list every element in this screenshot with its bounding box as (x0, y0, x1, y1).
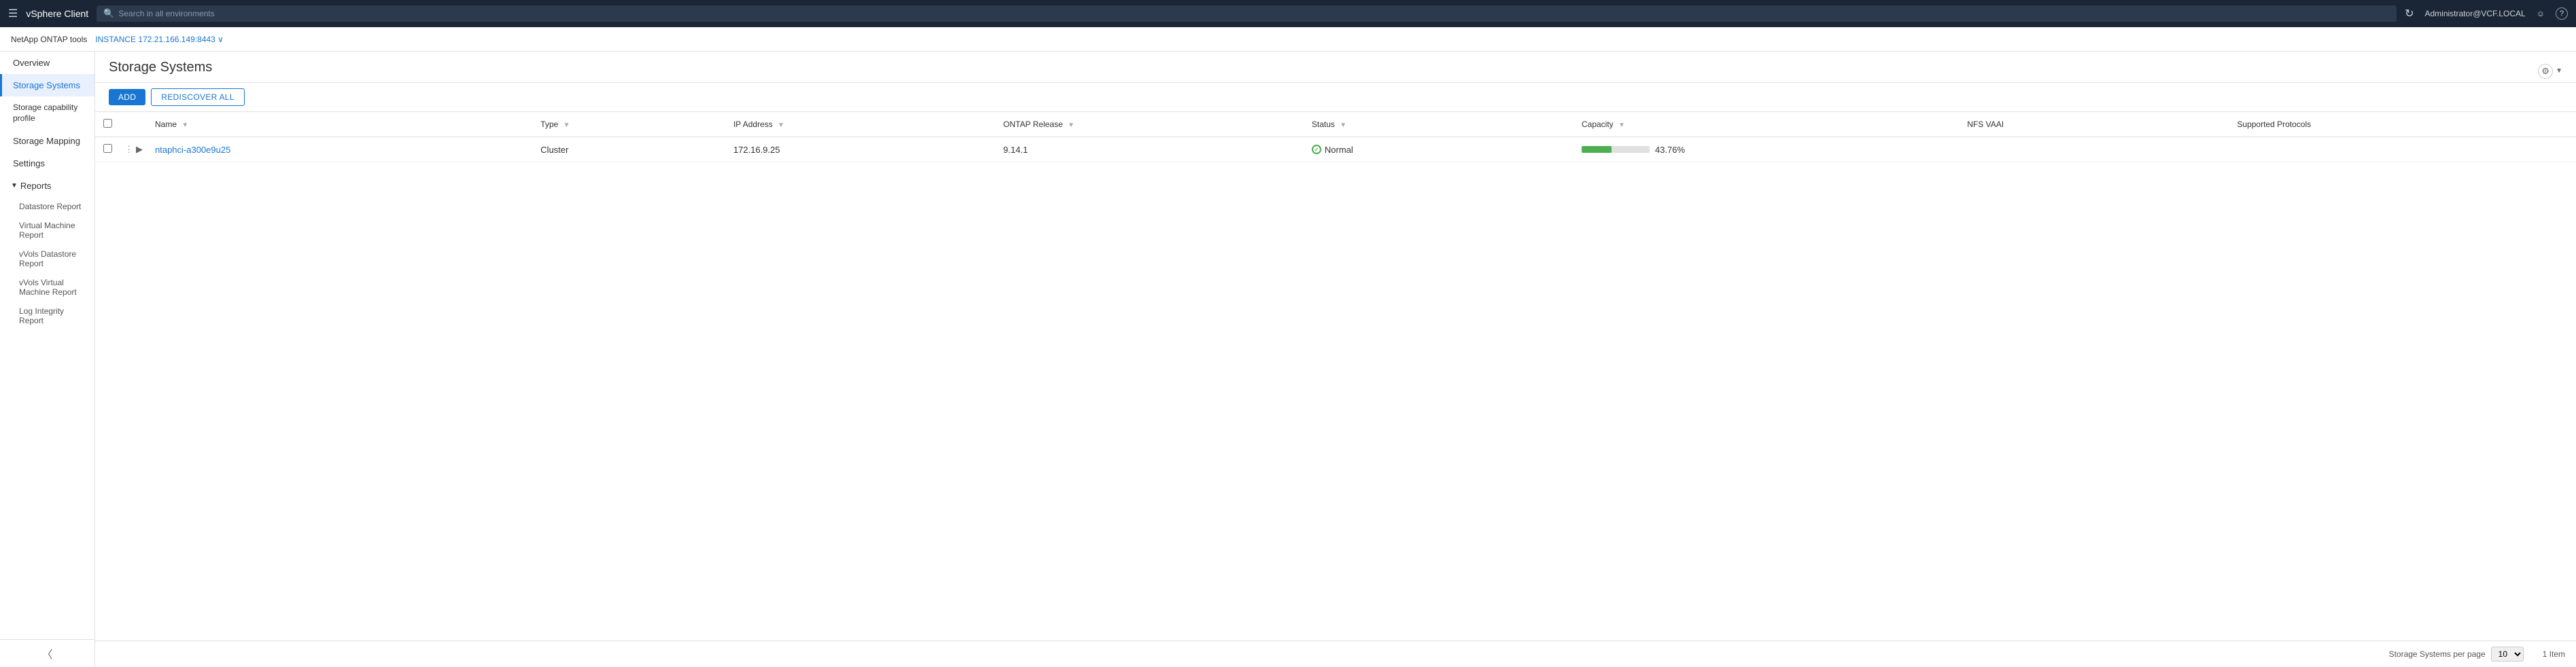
status-normal-indicator: Normal (1312, 145, 1565, 155)
capacity-filter-icon[interactable]: ▼ (1618, 122, 1625, 129)
expand-col-header (120, 112, 147, 137)
search-bar[interactable]: 🔍 Search in all environments (97, 5, 2397, 22)
breadcrumb-instance[interactable]: INSTANCE 172.21.166.149:8443 ∨ (95, 35, 224, 44)
ontap-filter-icon[interactable]: ▼ (1068, 122, 1075, 129)
navbar-right: ↻ Administrator@VCF.LOCAL ☺ ? (2405, 7, 2568, 20)
status-label: Normal (1325, 145, 1353, 155)
page-options-icon[interactable]: ⚙ ▼ (2538, 64, 2562, 79)
row-capacity-cell: 43.76% (1573, 137, 1959, 162)
row-expand-icon[interactable]: ▶ (136, 144, 143, 155)
row-status-cell: Normal (1304, 137, 1573, 162)
name-filter-icon[interactable]: ▼ (181, 122, 188, 129)
table-row: ⋮ ▶ ntaphci-a300e9u25 Cluster 172.16.9.2… (95, 137, 2576, 162)
rediscover-all-button[interactable]: REDISCOVER ALL (151, 88, 245, 106)
table-footer: Storage Systems per page 10 25 50 1 Item (95, 641, 2576, 667)
select-all-checkbox[interactable] (103, 119, 112, 128)
per-page-label: Storage Systems per page (2389, 649, 2486, 659)
row-ip-cell: 172.16.9.25 (725, 137, 995, 162)
row-checkbox-cell[interactable] (95, 137, 120, 162)
capacity-col-header[interactable]: Capacity ▼ (1573, 112, 1959, 137)
help-icon[interactable]: ? (2556, 7, 2568, 20)
add-button[interactable]: ADD (109, 89, 145, 105)
ontap-col-header[interactable]: ONTAP Release ▼ (995, 112, 1304, 137)
sidebar-item-overview[interactable]: Overview (0, 52, 94, 74)
user-info[interactable]: Administrator@VCF.LOCAL (2425, 9, 2526, 18)
sidebar-item-log-integrity-report[interactable]: Log Integrity Report (0, 302, 94, 330)
item-count: 1 Item (2543, 649, 2565, 659)
row-nfs-vaai-cell (1959, 137, 2229, 162)
toolbar: ADD REDISCOVER ALL (95, 83, 2576, 112)
type-filter-icon[interactable]: ▼ (563, 122, 570, 129)
sidebar-item-vm-report[interactable]: Virtual Machine Report (0, 216, 94, 245)
reports-label: Reports (20, 181, 52, 191)
chevron-down-icon: ▼ (11, 182, 18, 190)
sidebar-item-storage-mapping[interactable]: Storage Mapping (0, 130, 94, 152)
sidebar-collapse-toggle[interactable]: 〈 (0, 639, 94, 667)
status-filter-icon[interactable]: ▼ (1340, 122, 1346, 129)
app-logo: vSphere Client (26, 8, 88, 19)
select-all-checkbox-cell[interactable] (95, 112, 120, 137)
app-name: vSphere Client (26, 8, 88, 19)
search-icon: 🔍 (103, 8, 114, 19)
main-layout: Overview Storage Systems Storage capabil… (0, 52, 2576, 667)
hamburger-icon[interactable]: ☰ (8, 7, 18, 20)
face-icon[interactable]: ☺ (2537, 9, 2545, 18)
per-page-select[interactable]: 10 25 50 (2491, 647, 2524, 662)
refresh-icon[interactable]: ↻ (2405, 7, 2414, 20)
capacity-bar-background (1582, 146, 1650, 153)
status-col-header[interactable]: Status ▼ (1304, 112, 1573, 137)
capacity-percent-label: 43.76% (1655, 145, 1685, 155)
capacity-bar: 43.76% (1582, 145, 1951, 155)
sidebar: Overview Storage Systems Storage capabil… (0, 52, 95, 667)
page-header: Storage Systems ⚙ ▼ (95, 52, 2576, 83)
page-title: Storage Systems (109, 60, 212, 82)
capacity-bar-fill (1582, 146, 1612, 153)
ip-filter-icon[interactable]: ▼ (778, 122, 784, 129)
type-col-header[interactable]: Type ▼ (532, 112, 725, 137)
protocols-col-header: Supported Protocols (2229, 112, 2576, 137)
sidebar-item-settings[interactable]: Settings (0, 152, 94, 175)
sidebar-item-storage-systems[interactable]: Storage Systems (0, 74, 94, 96)
name-col-header[interactable]: Name ▼ (147, 112, 532, 137)
content-area: Storage Systems ⚙ ▼ ADD REDISCOVER ALL (95, 52, 2576, 667)
sidebar-item-storage-capability-profile[interactable]: Storage capability profile (0, 96, 94, 130)
row-menu-expand-cell[interactable]: ⋮ ▶ (120, 137, 147, 162)
sidebar-reports-section[interactable]: ▼ Reports (0, 175, 94, 197)
search-placeholder: Search in all environments (118, 9, 214, 18)
sidebar-item-vvols-datastore-report[interactable]: vVols Datastore Report (0, 245, 94, 273)
row-menu-icon[interactable]: ⋮ (124, 144, 133, 155)
row-ontap-cell: 9.14.1 (995, 137, 1304, 162)
breadcrumb: NetApp ONTAP tools INSTANCE 172.21.166.1… (0, 27, 2576, 52)
navbar: ☰ vSphere Client 🔍 Search in all environ… (0, 0, 2576, 27)
settings-circle-icon: ⚙ (2538, 64, 2553, 79)
ip-col-header[interactable]: IP Address ▼ (725, 112, 995, 137)
row-type-cell: Cluster (532, 137, 725, 162)
nfs-vaai-col-header: NFS VAAI (1959, 112, 2229, 137)
sidebar-item-datastore-report[interactable]: Datastore Report (0, 197, 94, 216)
row-checkbox[interactable] (103, 144, 112, 153)
row-name-cell[interactable]: ntaphci-a300e9u25 (147, 137, 532, 162)
collapse-icon: 〈 (41, 649, 52, 661)
sidebar-item-vvols-vm-report[interactable]: vVols Virtual Machine Report (0, 273, 94, 302)
dropdown-arrow: ▼ (2556, 67, 2562, 75)
storage-systems-table: Name ▼ Type ▼ IP Address ▼ ONTAP Relea (95, 112, 2576, 162)
breadcrumb-app-name: NetApp ONTAP tools (11, 35, 87, 44)
row-protocols-cell (2229, 137, 2576, 162)
table-header-row: Name ▼ Type ▼ IP Address ▼ ONTAP Relea (95, 112, 2576, 137)
storage-systems-table-container: Name ▼ Type ▼ IP Address ▼ ONTAP Relea (95, 112, 2576, 641)
status-dot-icon (1312, 145, 1321, 154)
